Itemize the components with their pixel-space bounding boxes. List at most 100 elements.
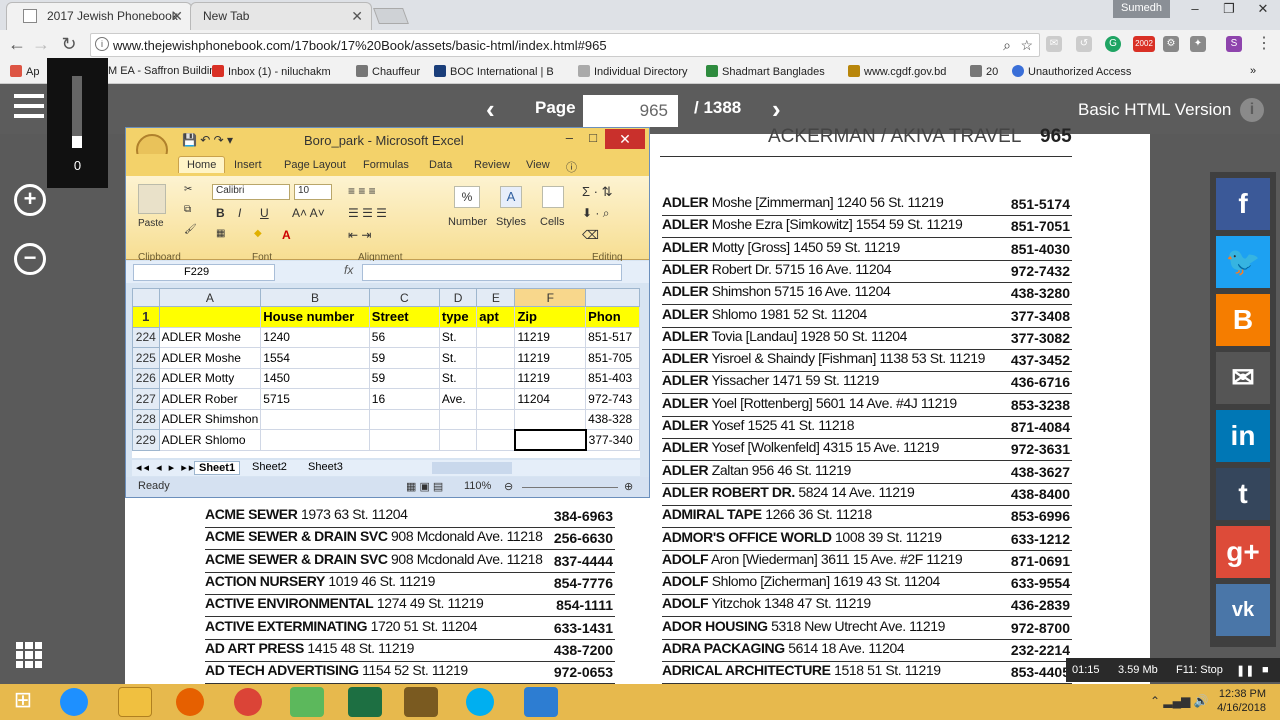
font-name-select[interactable]: Calibri [212, 184, 290, 200]
tab-home[interactable]: Home [178, 156, 226, 173]
blogger-icon[interactable]: B [1216, 294, 1270, 346]
cell[interactable]: 11219 [514, 326, 587, 348]
close-icon[interactable]: ✕ [351, 8, 363, 25]
fill-color-icon[interactable]: ◆ [254, 228, 262, 239]
format-painter-icon[interactable]: 🖌 [184, 224, 197, 235]
zoom-slider[interactable]: 0 [47, 58, 108, 188]
cell[interactable] [476, 429, 516, 451]
clear-icon[interactable]: ⌫ [582, 228, 599, 242]
utorrent-icon[interactable] [290, 687, 324, 717]
column-header[interactable] [585, 288, 640, 307]
cell[interactable]: type [438, 306, 478, 328]
close-icon[interactable]: ✕ [171, 8, 183, 25]
cell[interactable]: 851-403 [585, 367, 640, 389]
zoom-out-icon[interactable]: ⊖ [504, 480, 513, 493]
menu-icon[interactable] [14, 94, 46, 122]
percent-icon[interactable]: % [454, 186, 480, 208]
tab-view[interactable]: View [526, 159, 550, 171]
sheet-nav-icons[interactable]: ◂◂ ◂ ▸ ▸▸ [136, 461, 196, 474]
excel-taskbar-icon[interactable] [348, 687, 382, 717]
paste-button[interactable]: Paste [138, 218, 164, 229]
bookmark-item[interactable]: Inbox (1) - niluchakm [212, 65, 331, 78]
cell[interactable]: 59 [368, 347, 440, 369]
linkedin-icon[interactable]: in [1216, 410, 1270, 462]
facebook-icon[interactable]: f [1216, 178, 1270, 230]
name-box[interactable]: F229 [133, 264, 275, 281]
skype-icon[interactable] [466, 688, 494, 716]
bookmark-item[interactable]: Unauthorized Access [1012, 65, 1131, 78]
tab-insert[interactable]: Insert [234, 159, 262, 171]
font-color-icon[interactable]: A [282, 228, 291, 242]
pause-icon[interactable]: ❚❚ [1236, 664, 1254, 677]
row-header[interactable]: 1 [132, 306, 160, 328]
fill-icon[interactable]: ⬇ · ⌕ [582, 206, 609, 221]
cell[interactable]: Phon [585, 306, 640, 328]
google-plus-icon[interactable]: g+ [1216, 526, 1270, 578]
minimize-icon[interactable]: – [566, 130, 573, 145]
cell[interactable] [476, 326, 516, 348]
align-left-icon[interactable]: ☰ ☰ ☰ [348, 206, 387, 220]
styles-button[interactable]: Styles [496, 216, 526, 228]
cell[interactable]: 11219 [514, 367, 587, 389]
cell[interactable] [438, 429, 478, 451]
firefox-icon[interactable] [176, 688, 204, 716]
cell[interactable] [260, 429, 370, 451]
next-page-icon[interactable]: › [772, 94, 781, 125]
thumbnails-grid-icon[interactable] [16, 642, 42, 668]
cell[interactable]: 851-705 [585, 347, 640, 369]
view-icons[interactable]: ▦ ▣ ▤ [406, 480, 443, 493]
windows-start-icon[interactable]: ⊞ [6, 687, 40, 717]
select-all-corner[interactable] [132, 288, 160, 307]
cell[interactable]: ADLER Moshe [158, 326, 262, 348]
cells-icon[interactable] [542, 186, 564, 208]
reload-icon[interactable]: ↻ [58, 34, 80, 55]
cells-button[interactable]: Cells [540, 216, 564, 228]
cell[interactable] [368, 408, 440, 430]
cell[interactable]: ADLER Rober [158, 388, 262, 410]
cell[interactable]: 16 [368, 388, 440, 410]
email-icon[interactable]: ✉ [1216, 352, 1270, 404]
menu-icon[interactable]: ⋮ [1256, 36, 1272, 52]
back-icon[interactable]: ← [6, 34, 28, 55]
borders-icon[interactable]: ▦ [216, 228, 225, 239]
system-clock[interactable]: 12:38 PM 4/16/2018 [1217, 687, 1266, 715]
gmail-extension-icon[interactable]: 2002 [1133, 36, 1155, 52]
tumblr-icon[interactable]: t [1216, 468, 1270, 520]
styles-icon[interactable]: A [500, 186, 522, 208]
column-header[interactable]: C [368, 288, 440, 307]
site-info-icon[interactable]: i [95, 37, 109, 51]
vk-icon[interactable]: vk [1216, 584, 1270, 636]
cell[interactable] [158, 306, 262, 328]
stop-icon[interactable]: ■ [1262, 664, 1269, 676]
cell[interactable]: 11219 [514, 347, 587, 369]
basic-html-link[interactable]: Basic HTML Version [1078, 100, 1231, 120]
row-header[interactable]: 226 [132, 367, 160, 389]
cell[interactable]: 972-743 [585, 388, 640, 410]
info-icon[interactable]: i [1240, 98, 1264, 122]
cell[interactable]: 438-328 [585, 408, 640, 430]
cell[interactable]: Zip [514, 306, 587, 328]
paste-icon[interactable] [138, 184, 166, 214]
cell[interactable]: 56 [368, 326, 440, 348]
number-format-button[interactable]: Number [448, 216, 487, 228]
bookmark-item[interactable]: M EA - Saffron Buildin [108, 65, 215, 77]
align-top-icon[interactable]: ≡ ≡ ≡ [348, 184, 376, 198]
row-header[interactable]: 227 [132, 388, 160, 410]
font-size-select[interactable]: 10 [294, 184, 332, 200]
minimize-icon[interactable]: – [1178, 0, 1212, 20]
cell[interactable]: apt [476, 306, 516, 328]
cut-icon[interactable]: ✂ [184, 184, 192, 195]
page-number-input[interactable] [583, 95, 678, 127]
twitter-icon[interactable]: 🐦 [1216, 236, 1270, 288]
underline-button[interactable]: U [260, 206, 269, 220]
tab-data[interactable]: Data [429, 159, 452, 171]
copy-icon[interactable]: ⧉ [184, 204, 191, 215]
maximize-icon[interactable]: ❐ [1212, 0, 1246, 20]
cell[interactable] [514, 408, 587, 430]
cell[interactable]: St. [438, 347, 478, 369]
cell[interactable]: 1240 [260, 326, 370, 348]
cell[interactable]: Ave. [438, 388, 478, 410]
column-header[interactable]: A [158, 288, 262, 307]
bookmark-item[interactable]: Shadmart Banglades [706, 65, 825, 78]
zoom-out-icon[interactable]: − [14, 243, 46, 275]
